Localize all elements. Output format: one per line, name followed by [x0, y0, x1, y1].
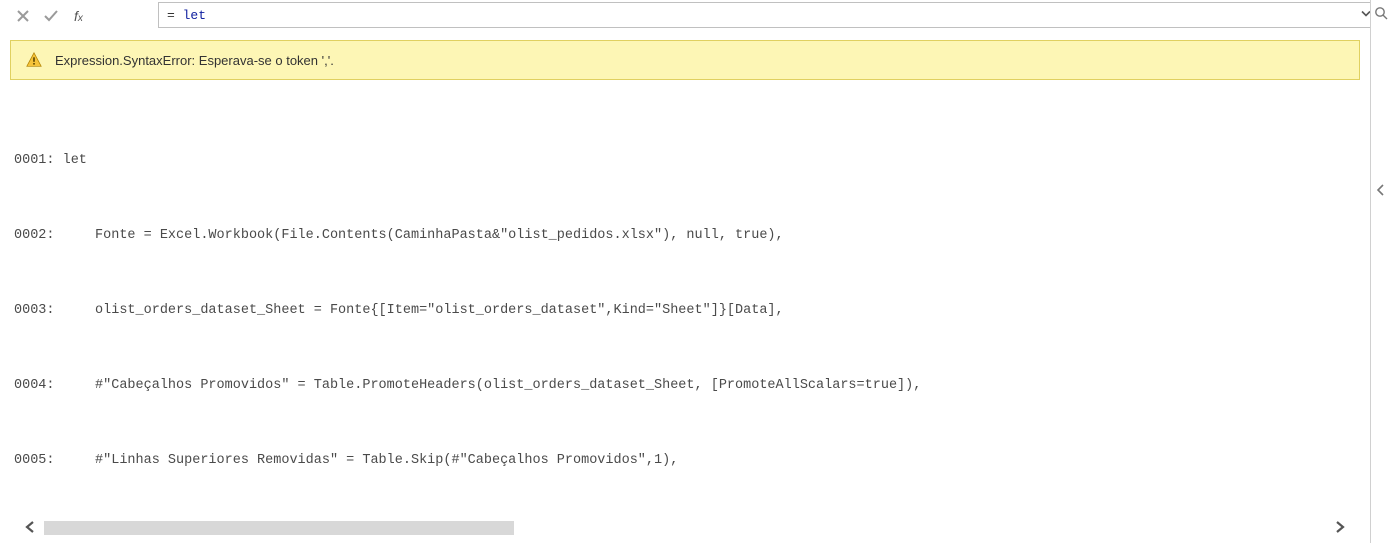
code-line: 0002: Fonte = Excel.Workbook(File.Conten… [14, 223, 1360, 248]
confirm-icon[interactable] [40, 5, 62, 27]
code-line: 0003: olist_orders_dataset_Sheet = Fonte… [14, 298, 1360, 323]
search-icon[interactable] [1374, 6, 1388, 23]
collapse-left-icon[interactable] [1376, 183, 1386, 200]
formula-bar-row: fx = let [0, 0, 1390, 30]
scroll-track[interactable] [44, 521, 1326, 535]
formula-text: = let [167, 8, 206, 23]
cancel-icon[interactable] [12, 5, 34, 27]
code-listing[interactable]: 0001: let 0002: Fonte = Excel.Workbook(F… [10, 98, 1360, 517]
editor-pane: Expression.SyntaxError: Esperava-se o to… [0, 32, 1370, 543]
warning-icon [25, 51, 43, 69]
horizontal-scrollbar[interactable] [10, 519, 1360, 537]
formula-bar-controls: fx [4, 2, 154, 30]
code-line: 0004: #"Cabeçalhos Promovidos" = Table.P… [14, 373, 1360, 398]
error-message: Expression.SyntaxError: Esperava-se o to… [55, 53, 334, 68]
error-banner: Expression.SyntaxError: Esperava-se o to… [10, 40, 1360, 80]
code-line: 0005: #"Linhas Superiores Removidas" = T… [14, 448, 1360, 473]
scroll-thumb[interactable] [44, 521, 514, 535]
fx-icon: fx [74, 8, 83, 24]
right-gutter [1370, 0, 1390, 543]
scroll-right-icon[interactable] [1330, 518, 1350, 539]
code-line: 0001: let [14, 148, 1360, 173]
scroll-left-icon[interactable] [20, 518, 40, 539]
formula-input[interactable]: = let [158, 2, 1380, 28]
